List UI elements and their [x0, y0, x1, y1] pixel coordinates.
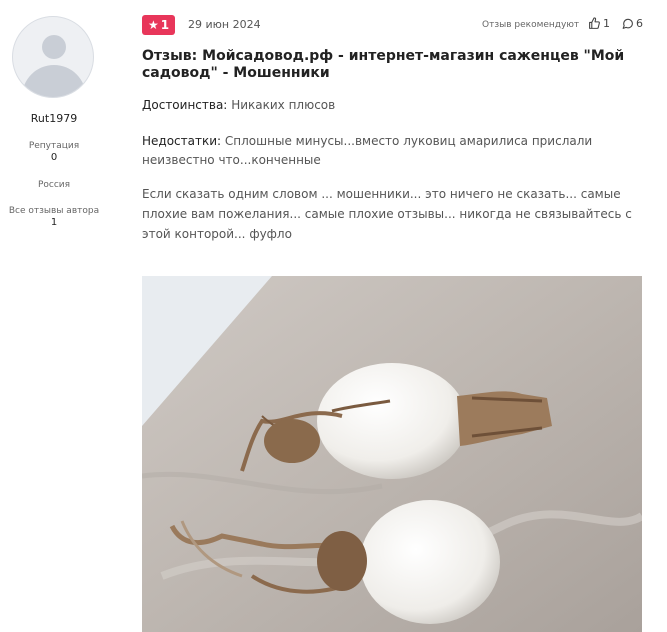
author-country: Россия [37, 180, 71, 190]
comment-icon [622, 18, 633, 29]
author-name[interactable]: Rut1979 [0, 112, 108, 125]
recommends-label: Отзыв рекомендуют [482, 20, 580, 30]
thumbs-up-icon [589, 17, 600, 29]
likes-count: 1 [603, 17, 610, 30]
avatar-head-shape [42, 35, 66, 59]
cons-label: Недостатки: [142, 134, 222, 148]
all-reviews-link[interactable]: Все отзывы автора [0, 206, 108, 216]
review-photo[interactable] [142, 276, 642, 632]
rating-value: 1 [160, 18, 170, 32]
avatar-body-shape [22, 65, 86, 97]
like-button[interactable]: 1 [588, 17, 610, 30]
pros-text: Никаких плюсов [231, 98, 336, 112]
bulbs-photo-illustration [142, 276, 642, 632]
star-icon: ★ [147, 18, 159, 32]
all-reviews-count: 1 [50, 217, 58, 228]
review-title: Отзыв: Мойсадовод.рф - интернет-магазин … [142, 48, 625, 81]
review-cons: Недостатки: Сплошные минусы...вместо лук… [142, 132, 642, 170]
avatar[interactable] [12, 16, 94, 98]
reputation-value: 0 [50, 152, 58, 163]
review-date: 29 июн 2024 [188, 18, 261, 31]
rating-badge: ★ 1 [142, 15, 175, 35]
comments-count: 6 [636, 17, 643, 30]
review-pros: Достоинства: Никаких плюсов [142, 97, 642, 114]
comments-button[interactable]: 6 [621, 17, 643, 30]
reputation-label: Репутация [28, 141, 80, 151]
review-meta: ★ 1 29 июн 2024 Отзыв рекомендуют 1 6 [142, 15, 645, 35]
review-body: Если сказать одним словом ... мошенники.… [142, 187, 632, 241]
pros-label: Достоинства: [142, 98, 228, 112]
